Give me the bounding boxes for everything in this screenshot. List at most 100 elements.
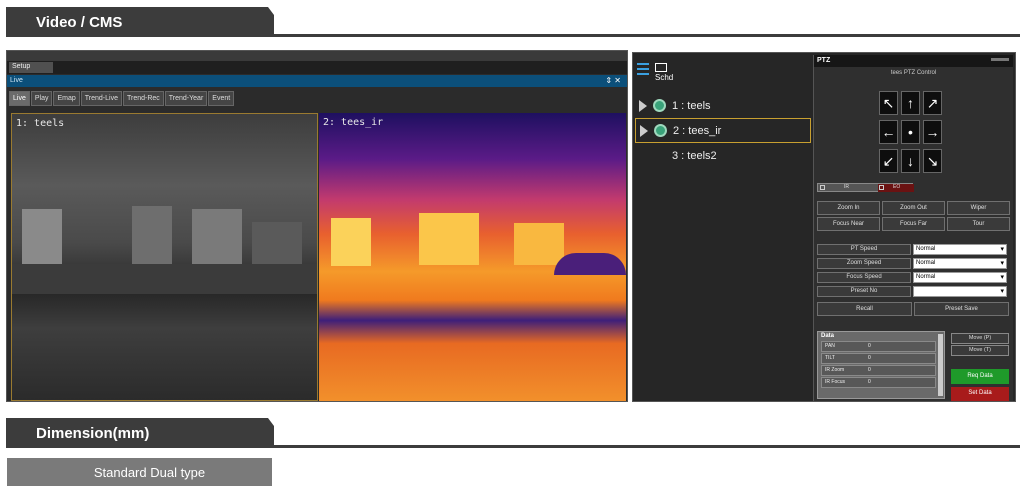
tab-emap[interactable]: Emap xyxy=(53,91,80,106)
data-title: Data xyxy=(821,333,835,339)
video-feed-visible[interactable]: 1: teels xyxy=(11,113,318,401)
menu-icon[interactable] xyxy=(637,63,649,77)
data-row-pan: PAN 0 xyxy=(821,341,936,352)
tab-trend-year[interactable]: Trend-Year xyxy=(164,91,208,106)
eo-option[interactable]: EO xyxy=(878,184,914,192)
eo-label: EO xyxy=(893,184,901,190)
camera-icon xyxy=(654,124,667,137)
focus-speed-label: Focus Speed xyxy=(817,272,911,283)
arrow-right-icon[interactable]: → xyxy=(923,120,942,144)
schd-label: Schd xyxy=(655,73,674,82)
ptz-subtitle: tees PTZ Control xyxy=(890,70,937,76)
data-scrollbar[interactable] xyxy=(938,334,943,396)
data-row-ir-focus: IR Focus 0 xyxy=(821,377,936,388)
schedule-icon[interactable]: Schd xyxy=(655,63,673,82)
camera-label: 3 : teels2 xyxy=(672,149,717,162)
ptz-dpad: ↖ ↑ ↗ ← • → ↙ ↓ ↘ xyxy=(879,91,942,175)
ptz-buttons: Zoom In Zoom Out Wiper Focus Near Focus … xyxy=(817,201,1011,231)
page-root: Video / CMS Setup Live ⇕ ✕ Live Play Ema… xyxy=(0,0,1024,491)
dimension-title: Dimension(mm) xyxy=(6,418,274,448)
expand-icon[interactable] xyxy=(640,124,648,137)
data-row-tilt: TILT 0 xyxy=(821,353,936,364)
arrow-left-icon[interactable]: ← xyxy=(879,120,898,144)
zoom-speed-select[interactable]: Normal xyxy=(913,258,1007,269)
ir-eo-selector: IR EO xyxy=(817,183,914,192)
video-cms-title: Video / CMS xyxy=(6,7,274,37)
cms-window: Setup Live ⇕ ✕ Live Play Emap Trend-Live… xyxy=(6,50,628,402)
camera-label: 1 : teels xyxy=(672,99,711,112)
zoom-speed-label: Zoom Speed xyxy=(817,258,911,269)
recall-button[interactable]: Recall xyxy=(817,302,912,316)
camera-ptz-panel: Schd 1 : teels 2 : tees_ir 3 : teels2 PT… xyxy=(632,52,1016,402)
ir-label: IR xyxy=(844,184,849,190)
home-dot-icon[interactable]: • xyxy=(901,120,920,144)
camera-item[interactable]: 3 : teels2 xyxy=(635,143,811,168)
preset-save-button[interactable]: Preset Save xyxy=(914,302,1009,316)
tab-trend-live[interactable]: Trend-Live xyxy=(80,91,122,106)
arrow-down-left-icon[interactable]: ↙ xyxy=(879,149,898,173)
standard-type-bar: Standard Dual type xyxy=(7,458,272,486)
focus-speed-row: Focus Speed Normal xyxy=(817,272,1011,284)
live-bar: Live ⇕ ✕ xyxy=(7,75,627,87)
camera-list: 1 : teels 2 : tees_ir 3 : teels2 xyxy=(635,93,811,168)
header-rule xyxy=(274,34,1020,37)
arrow-up-right-icon[interactable]: ↗ xyxy=(923,91,942,115)
ground-shape xyxy=(12,264,317,294)
building-shape xyxy=(331,218,371,266)
arrow-down-icon[interactable]: ↓ xyxy=(901,149,920,173)
tree-toolbar: Schd xyxy=(635,63,685,93)
tab-live[interactable]: Live xyxy=(9,91,30,106)
window-titlebar xyxy=(7,51,627,61)
building-shape xyxy=(132,206,172,264)
set-data-button[interactable]: Set Data xyxy=(951,387,1009,401)
camera-label: 2 : tees_ir xyxy=(673,124,722,137)
preset-no-input[interactable] xyxy=(913,286,1007,297)
setup-menu[interactable]: Setup xyxy=(9,62,53,73)
building-shape xyxy=(22,209,62,264)
ir-radio[interactable] xyxy=(820,185,825,190)
view-tabs: Live Play Emap Trend-Live Trend-Rec Tren… xyxy=(9,91,235,108)
focus-far-button[interactable]: Focus Far xyxy=(882,217,945,231)
tab-event[interactable]: Event xyxy=(208,91,235,106)
eo-radio[interactable] xyxy=(879,185,884,190)
arrow-up-icon[interactable]: ↑ xyxy=(901,91,920,115)
wiper-button[interactable]: Wiper xyxy=(947,201,1010,215)
data-panel: Data PAN 0 TILT 0 IR Zoom 0 IR Focus 0 xyxy=(817,331,945,399)
building-shape xyxy=(252,222,302,264)
tab-trend-rec[interactable]: Trend-Rec xyxy=(122,91,164,106)
building-shape xyxy=(419,213,479,265)
camera-icon xyxy=(653,99,666,112)
expand-icon[interactable] xyxy=(639,99,647,112)
building-shape xyxy=(192,209,242,264)
tour-button[interactable]: Tour xyxy=(947,217,1010,231)
pt-speed-label: PT Speed xyxy=(817,244,911,255)
zoom-in-button[interactable]: Zoom In xyxy=(817,201,880,215)
focus-near-button[interactable]: Focus Near xyxy=(817,217,880,231)
video-feed-thermal[interactable]: 2: tees_ir xyxy=(319,113,626,401)
header-rule xyxy=(274,445,1020,448)
zoom-speed-row: Zoom Speed Normal xyxy=(817,258,1011,270)
focus-speed-select[interactable]: Normal xyxy=(913,272,1007,283)
video1-label: 1: teels xyxy=(16,118,65,129)
ptz-collapse[interactable] xyxy=(991,58,1009,61)
data-row-ir-zoom: IR Zoom 0 xyxy=(821,365,936,376)
camera-item-selected[interactable]: 2 : tees_ir xyxy=(635,118,811,143)
pt-speed-select[interactable]: Normal xyxy=(913,244,1007,255)
preset-no-label: Preset No xyxy=(817,286,911,297)
video2-label: 2: tees_ir xyxy=(323,117,384,128)
camera-item[interactable]: 1 : teels xyxy=(635,93,811,118)
hill-shape xyxy=(554,253,626,275)
move-p-button[interactable]: Move (P) xyxy=(951,333,1009,344)
zoom-out-button[interactable]: Zoom Out xyxy=(882,201,945,215)
arrow-down-right-icon[interactable]: ↘ xyxy=(923,149,942,173)
tab-play[interactable]: Play xyxy=(30,91,53,106)
arrow-up-left-icon[interactable]: ↖ xyxy=(879,91,898,115)
building-shape xyxy=(514,223,564,265)
req-data-button[interactable]: Req Data xyxy=(951,369,1009,384)
preset-no-row: Preset No xyxy=(817,286,1011,298)
move-t-button[interactable]: Move (T) xyxy=(951,345,1009,356)
window-controls[interactable]: ⇕ ✕ xyxy=(605,76,621,85)
menu-bar: Setup xyxy=(7,61,627,74)
ptz-title: PTZ xyxy=(814,55,1013,67)
pt-speed-row: PT Speed Normal xyxy=(817,244,1011,256)
